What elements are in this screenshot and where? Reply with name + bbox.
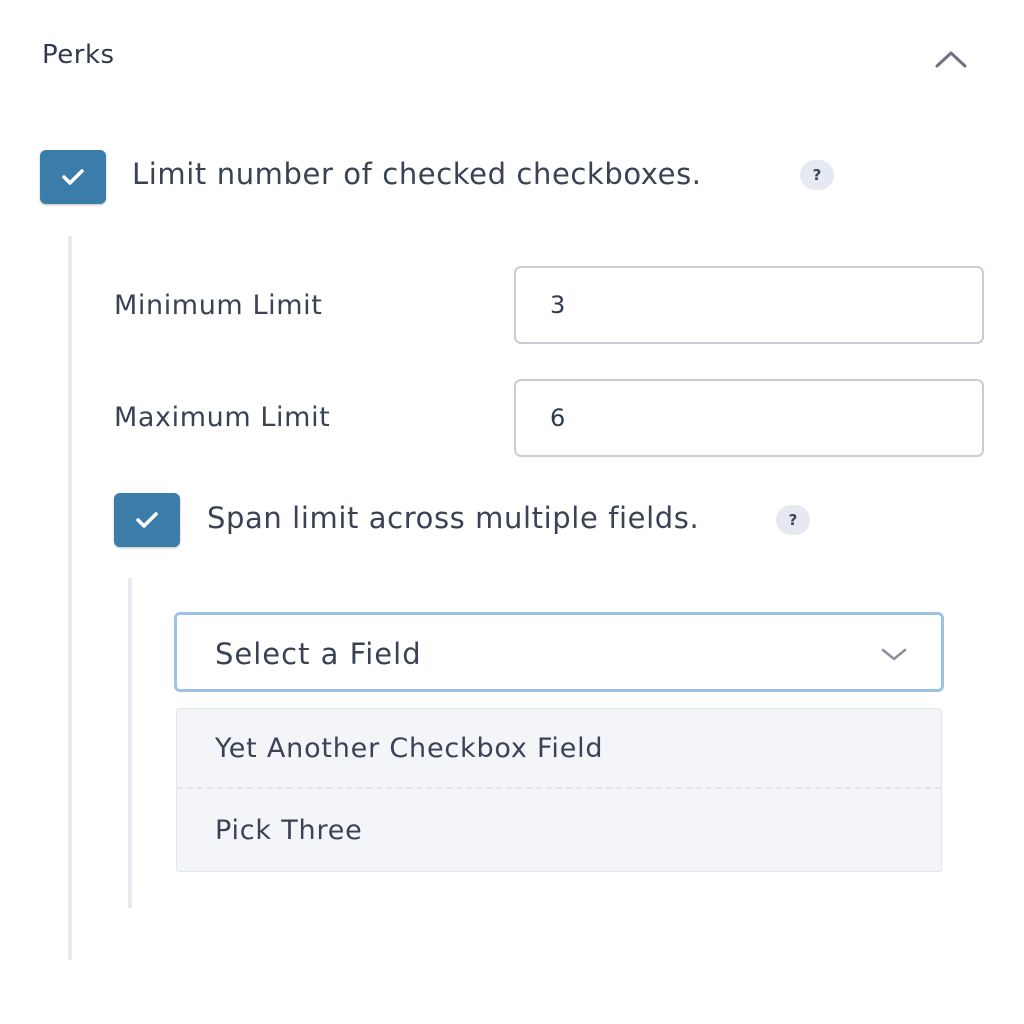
maximum-limit-label: Maximum Limit [114,402,331,433]
span-help-icon[interactable]: ? [776,505,810,535]
span-checkbox-label: Span limit across multiple fields. [207,501,700,535]
chevron-down-icon [881,648,907,661]
collapse-button[interactable] [926,36,976,80]
chevron-up-icon [935,51,967,68]
span-checkbox[interactable] [114,493,180,547]
checkmark-icon [62,169,84,185]
checkmark-icon [136,512,158,528]
field-dropdown-menu: Yet Another Checkbox Field Pick Three [176,708,942,872]
limit-checkbox[interactable] [40,150,106,204]
minimum-limit-input[interactable] [514,266,984,344]
select-value: Select a Field [215,637,422,671]
dropdown-option[interactable]: Pick Three [177,791,941,871]
span-settings-border [128,578,132,908]
dropdown-option[interactable]: Yet Another Checkbox Field [177,709,941,789]
maximum-limit-input[interactable] [514,379,984,457]
minimum-limit-label: Minimum Limit [114,290,323,321]
field-select[interactable]: Select a Field [174,612,944,692]
section-title: Perks [42,40,115,70]
limit-checkbox-label: Limit number of checked checkboxes. [132,157,702,191]
perks-panel: Perks Limit number of checked checkboxes… [0,0,1024,1024]
nested-settings-border [68,236,72,960]
limit-help-icon[interactable]: ? [800,160,834,190]
